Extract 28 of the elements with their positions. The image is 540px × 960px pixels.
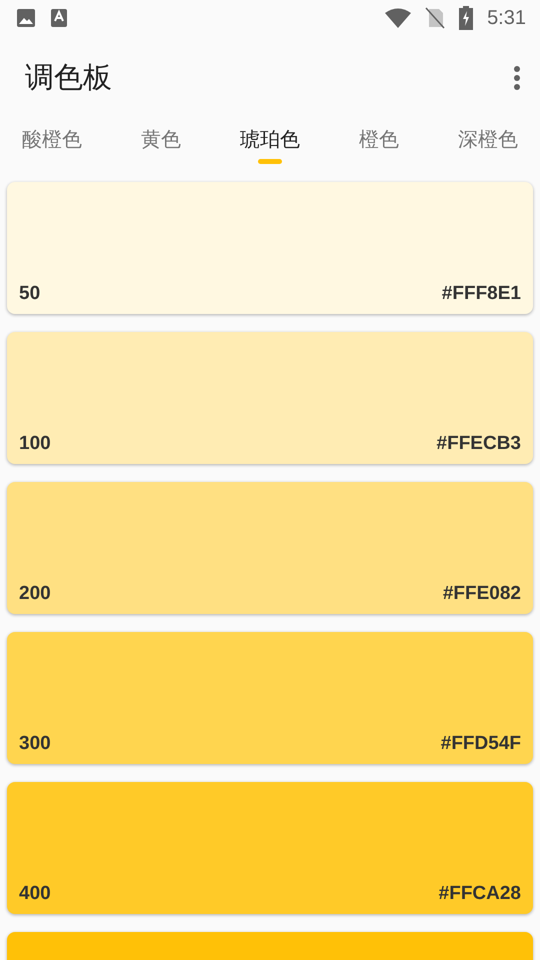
color-swatch-card[interactable]: 50 #FFF8E1 bbox=[7, 182, 533, 314]
image-icon bbox=[16, 8, 36, 28]
shade-label: 100 bbox=[19, 433, 51, 455]
shade-label: 300 bbox=[19, 733, 51, 755]
hex-code: #FFCA28 bbox=[438, 883, 521, 905]
shade-label: 400 bbox=[19, 883, 51, 905]
color-swatch-card[interactable]: 100 #FFECB3 bbox=[7, 332, 533, 464]
hex-code: #FFE082 bbox=[442, 583, 521, 605]
battery-charging-icon bbox=[459, 6, 474, 30]
no-sim-icon bbox=[425, 7, 446, 29]
color-swatch-card[interactable]: 300 #FFD54F bbox=[7, 632, 533, 764]
tab[interactable]: 深橙色 bbox=[450, 120, 526, 166]
tab[interactable]: 橙色 bbox=[351, 120, 407, 166]
app-title: 调色板 bbox=[25, 61, 113, 96]
color-swatch-card[interactable]: 400 #FFCA28 bbox=[7, 782, 533, 914]
hex-code: #FFF8E1 bbox=[442, 283, 521, 305]
tab[interactable]: 琥珀色 bbox=[232, 120, 308, 166]
status-time: 5:31 bbox=[487, 6, 526, 30]
hex-code: #FFD54F bbox=[440, 733, 521, 755]
more-options-icon[interactable] bbox=[512, 65, 522, 91]
wifi-icon bbox=[385, 8, 412, 28]
tab[interactable]: 黄色 bbox=[133, 120, 189, 166]
font-icon bbox=[50, 8, 68, 28]
hex-code: #FFECB3 bbox=[436, 433, 521, 455]
tab[interactable]: 酸橙色 bbox=[14, 120, 90, 166]
shade-label: 200 bbox=[19, 583, 51, 605]
color-swatch-card[interactable]: 200 #FFE082 bbox=[7, 482, 533, 614]
shade-label: 50 bbox=[19, 283, 40, 305]
